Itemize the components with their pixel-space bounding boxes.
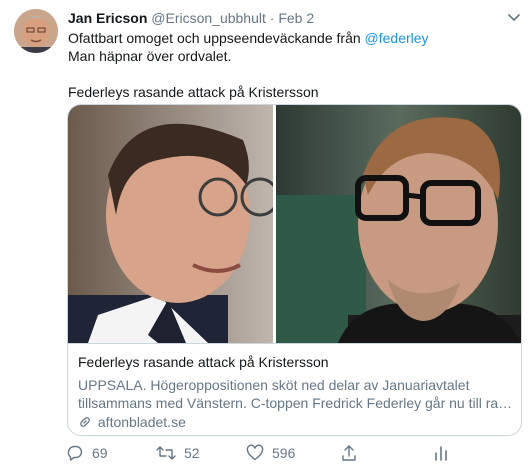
tweet-text-line1: Ofattbart omoget och uppseendeväckande f… (68, 30, 365, 46)
card-image[interactable] (68, 105, 521, 343)
tweet-text-line2: Man häpnar över ordvalet. (68, 48, 232, 64)
retweet-count: 52 (184, 445, 200, 461)
retweet-icon (156, 446, 176, 460)
tweet-date[interactable]: Feb 2 (278, 10, 314, 26)
like-button[interactable]: 596 (246, 444, 295, 462)
card-description-line1: UPPSALA. Högeroppositionen sköt ned dela… (78, 377, 470, 393)
card-domain-text: aftonbladet.se (97, 414, 186, 430)
mention-link[interactable]: @federley (365, 30, 429, 46)
separator: · (269, 10, 275, 26)
link-card[interactable]: Federleys rasande attack på Kristersson … (67, 104, 522, 436)
card-description-line2: tillsammans med Vänstern. C-toppen Fredr… (78, 395, 514, 411)
share-icon (342, 445, 356, 461)
analytics-icon (435, 446, 447, 461)
card-body[interactable]: Federleys rasande attack på Kristersson … (68, 343, 521, 435)
reply-count: 69 (92, 445, 108, 461)
card-title[interactable]: Federleys rasande attack på Kristersson (78, 354, 329, 370)
card-description: UPPSALA. Högeroppositionen sköt ned dela… (78, 376, 514, 412)
author-handle[interactable]: @Ericson_ubbhult (151, 10, 266, 26)
card-domain[interactable]: aftonbladet.se (78, 414, 186, 430)
tweet[interactable]: Jan Ericson @Ericson_ubbhult · Feb 2 Ofa… (0, 0, 532, 470)
link-icon (80, 417, 90, 427)
like-icon (246, 444, 264, 461)
avatar[interactable] (14, 9, 58, 53)
share-button[interactable] (340, 444, 358, 462)
tweet-header: Jan Ericson @Ericson_ubbhult · Feb 2 (68, 10, 314, 26)
retweet-button[interactable]: 52 (156, 444, 200, 462)
tweet-text: Ofattbart omoget och uppseendeväckande f… (68, 29, 518, 101)
reply-button[interactable]: 69 (66, 444, 108, 462)
tweet-text-line3: Federleys rasande attack på Kristersson (68, 84, 319, 100)
reply-icon (67, 445, 83, 461)
tweet-actions: 69 52 596 (66, 444, 506, 466)
author-name[interactable]: Jan Ericson (68, 10, 147, 26)
chevron-down-icon[interactable] (507, 10, 521, 24)
like-count: 596 (272, 445, 296, 461)
analytics-button[interactable] (432, 444, 450, 462)
